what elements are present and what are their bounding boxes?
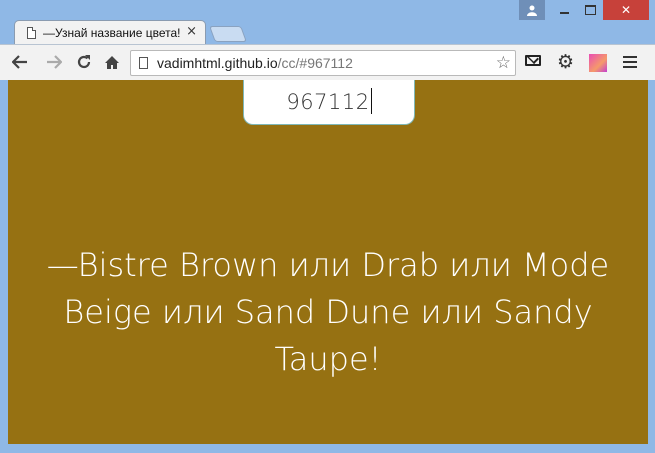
close-window-button[interactable]: ✕: [603, 0, 649, 20]
address-bar[interactable]: vadimhtml.github.io/cc/#967112 ☆: [130, 50, 516, 76]
url-path: /cc/#967112: [277, 55, 353, 71]
window-controls: ✕: [519, 0, 649, 20]
tab-strip: —Узнай название цвета! × ✕: [0, 0, 655, 45]
close-icon: ✕: [620, 3, 632, 17]
forward-button[interactable]: [44, 52, 64, 72]
bookmark-star-icon[interactable]: ☆: [496, 53, 511, 73]
reload-button[interactable]: [74, 52, 94, 72]
page-info-icon[interactable]: [139, 57, 148, 69]
maximize-button[interactable]: [577, 0, 603, 20]
reload-icon: [77, 55, 91, 69]
minimize-icon: [559, 12, 569, 14]
text-caret: [370, 88, 372, 114]
gear-icon[interactable]: ⚙: [557, 52, 574, 72]
mail-icon[interactable]: [525, 55, 541, 66]
home-icon: [105, 55, 119, 69]
new-tab-button[interactable]: [209, 26, 247, 42]
url-text[interactable]: vadimhtml.github.io/cc/#967112: [157, 55, 353, 71]
home-button[interactable]: [102, 52, 122, 72]
hex-input-field[interactable]: 967112: [243, 80, 415, 125]
back-button[interactable]: [10, 52, 30, 72]
back-arrow-icon: [12, 55, 27, 69]
user-silhouette-icon: [527, 5, 537, 16]
forward-arrow-icon: [47, 55, 62, 69]
extension-icon[interactable]: [589, 54, 607, 72]
maximize-icon: [584, 5, 596, 15]
tab-active[interactable]: —Узнай название цвета! ×: [14, 20, 206, 45]
tab-close-icon[interactable]: ×: [186, 24, 197, 39]
user-icon[interactable]: [519, 0, 545, 20]
tab-title: —Узнай название цвета!: [43, 26, 181, 40]
menu-icon[interactable]: [623, 56, 637, 71]
page-icon: [27, 27, 36, 39]
page-content: 967112 —Bistre Brown или Drab или Mode B…: [8, 80, 648, 444]
color-name-heading: —Bistre Brown или Drab или Mode Beige ил…: [46, 246, 610, 378]
browser-toolbar: vadimhtml.github.io/cc/#967112 ☆ ⚙: [0, 44, 655, 80]
hex-input-value[interactable]: 967112: [286, 90, 369, 114]
minimize-button[interactable]: [551, 0, 577, 20]
browser-window: —Узнай название цвета! × ✕ vadimhtml.git…: [0, 0, 655, 453]
url-host: vadimhtml.github.io: [157, 55, 278, 71]
